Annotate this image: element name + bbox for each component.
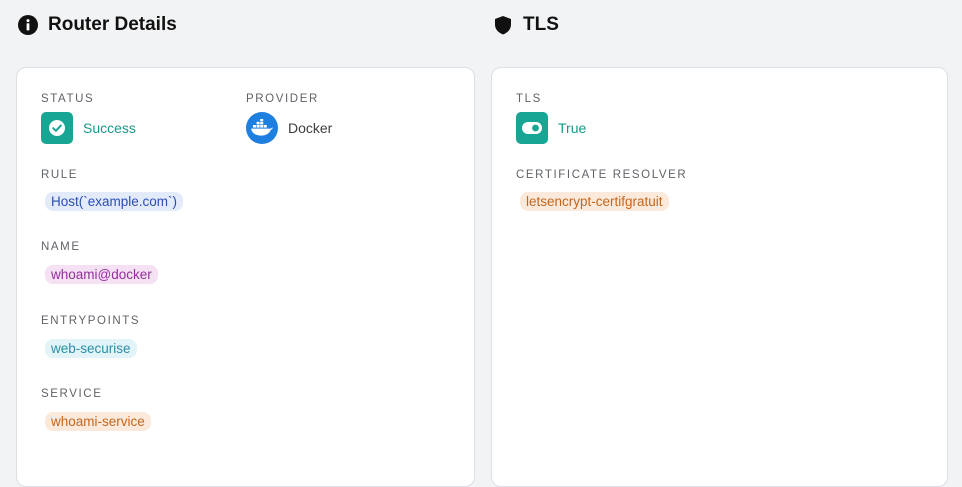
service-chip: whoami-service: [45, 412, 151, 431]
provider-label: PROVIDER: [246, 93, 319, 105]
status-text: Success: [83, 120, 136, 136]
tls-label: TLS: [516, 93, 542, 105]
router-details-card: STATUS Success PROVIDER Docker RULE Host…: [16, 67, 475, 487]
name-label: NAME: [41, 241, 81, 253]
tls-value: True: [516, 112, 586, 144]
check-circle-icon: [41, 112, 73, 144]
name-chip: whoami@docker: [45, 265, 158, 284]
shield-icon: [495, 16, 511, 35]
status-label: STATUS: [41, 93, 95, 105]
toggle-on-icon: [516, 112, 548, 144]
entrypoint-chip: web-securise: [45, 339, 137, 358]
docker-icon: [246, 112, 278, 144]
provider-value: Docker: [246, 112, 332, 144]
certificate-resolver-chip: letsencrypt-certifgratuit: [520, 192, 669, 211]
tls-card: TLS True CERTIFICATE RESOLVER letsencryp…: [491, 67, 948, 487]
certificate-resolver-label: CERTIFICATE RESOLVER: [516, 169, 688, 181]
router-details-heading: Router Details: [18, 14, 177, 36]
service-label: SERVICE: [41, 388, 103, 400]
tls-text: True: [558, 120, 587, 136]
rule-chip: Host(`example.com`): [45, 192, 184, 211]
entrypoints-label: ENTRYPOINTS: [41, 315, 141, 327]
router-details-title: Router Details: [48, 14, 177, 35]
tls-heading: TLS: [493, 14, 559, 36]
status-value: Success: [41, 112, 136, 144]
provider-text: Docker: [288, 120, 333, 136]
tls-title: TLS: [523, 14, 559, 35]
rule-label: RULE: [41, 169, 79, 181]
info-circle-icon: [18, 15, 38, 35]
